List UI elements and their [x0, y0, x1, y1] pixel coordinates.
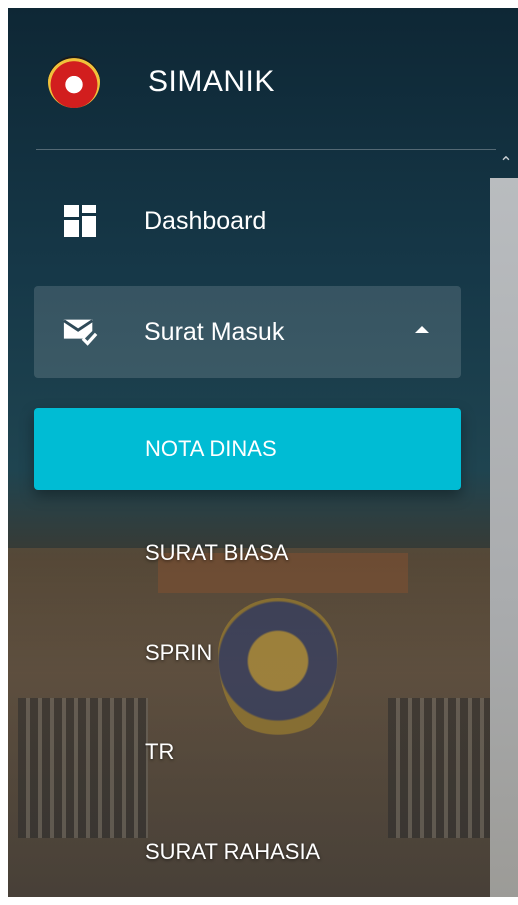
- sidebar-item-surat-masuk[interactable]: Surat Masuk: [34, 286, 461, 378]
- app-name: SIMANIK: [148, 65, 275, 98]
- sidebar-item-label: Dashboard: [144, 206, 267, 235]
- sidebar-item-label: Surat Masuk: [144, 317, 285, 346]
- sidebar-item-dashboard[interactable]: Dashboard: [34, 198, 461, 244]
- content-edge: [490, 178, 518, 897]
- background-window-left: [18, 698, 148, 838]
- background-window-right: [388, 698, 498, 838]
- brand[interactable]: SIMANIK: [48, 54, 275, 110]
- scroll-up-icon[interactable]: ⌃: [496, 154, 516, 174]
- submenu-item-surat-biasa[interactable]: SURAT BIASA: [145, 540, 288, 566]
- submenu-item-nota-dinas[interactable]: NOTA DINAS: [34, 408, 461, 490]
- submenu-item-tr[interactable]: TR: [145, 739, 174, 765]
- sidebar: ⌃ SIMANIK Dashboard Surat Masuk NOTA DIN…: [8, 8, 518, 897]
- police-emblem-icon: [48, 56, 100, 108]
- submenu-item-sprin[interactable]: SPRIN: [145, 640, 212, 666]
- dashboard-icon: [62, 203, 98, 239]
- caret-up-icon: [415, 326, 429, 333]
- submenu-item-label: NOTA DINAS: [145, 436, 277, 461]
- submenu-item-surat-rahasia[interactable]: SURAT RAHASIA: [145, 839, 320, 865]
- mail-check-icon: [62, 314, 98, 350]
- divider: [36, 149, 496, 150]
